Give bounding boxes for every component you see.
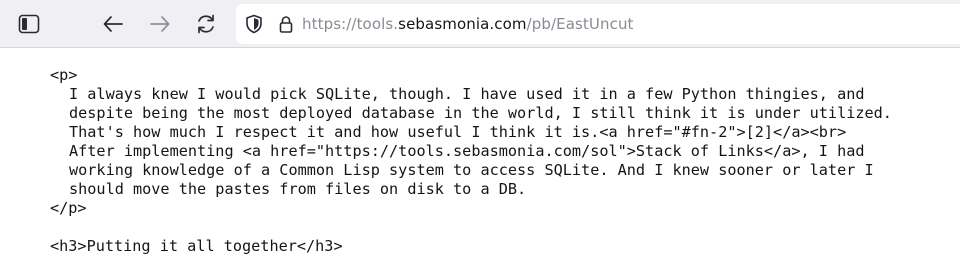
reload-button[interactable] bbox=[190, 8, 222, 40]
close-p-tag: </p> bbox=[50, 199, 87, 217]
url-text[interactable]: https://tools.sebasmonia.com/pb/EastUncu… bbox=[302, 13, 634, 35]
sidebar-toggle-icon bbox=[18, 14, 40, 34]
lock-icon[interactable] bbox=[276, 14, 296, 34]
tracking-shield-icon[interactable] bbox=[244, 14, 264, 34]
source-line: After implementing <a href="https://tool… bbox=[69, 142, 865, 160]
page-source-view: <p> I always knew I would pick SQLite, t… bbox=[50, 66, 955, 256]
forward-button[interactable] bbox=[144, 8, 176, 40]
url-prefix: https://tools. bbox=[302, 15, 399, 33]
h3-heading-line: <h3>Putting it all together</h3> bbox=[50, 237, 343, 255]
source-line: I always knew I would pick SQLite, thoug… bbox=[69, 85, 865, 103]
browser-toolbar: https://tools.sebasmonia.com/pb/EastUncu… bbox=[0, 0, 960, 48]
sidebar-toggle-button[interactable] bbox=[13, 8, 45, 40]
forward-arrow-icon bbox=[150, 16, 170, 32]
url-path: /pb/EastUncut bbox=[526, 15, 634, 33]
open-p-tag: <p> bbox=[50, 66, 78, 84]
reload-icon bbox=[198, 14, 214, 34]
source-line: despite being the most deployed database… bbox=[69, 104, 892, 122]
source-line: should move the pastes from files on dis… bbox=[69, 180, 527, 198]
address-bar[interactable]: https://tools.sebasmonia.com/pb/EastUncu… bbox=[236, 4, 960, 44]
source-line: That's how much I respect it and how use… bbox=[69, 123, 847, 141]
back-arrow-icon bbox=[103, 16, 123, 32]
url-domain: sebasmonia.com bbox=[398, 15, 527, 33]
source-line: working knowledge of a Common Lisp syste… bbox=[69, 161, 874, 179]
back-button[interactable] bbox=[97, 8, 129, 40]
